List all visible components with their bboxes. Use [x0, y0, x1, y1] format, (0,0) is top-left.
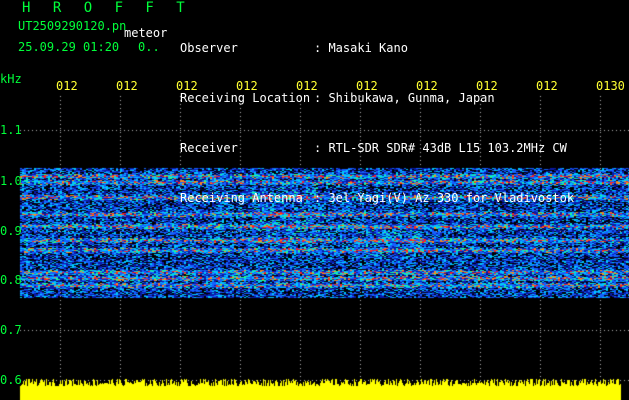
brand-title: H R O F F T — [22, 0, 192, 16]
time-tick: 012 — [416, 79, 438, 93]
receiver-label: Receiver — [180, 141, 238, 155]
location-value: : Shibukawa, Gunma, Japan — [314, 91, 495, 105]
unit-label: kHz — [0, 72, 22, 86]
time-tick: 0130 — [596, 79, 625, 93]
frequency-tick: 1.1 — [0, 123, 22, 137]
time-tick: 012 — [56, 79, 78, 93]
observer-label: Observer — [180, 41, 238, 55]
time-tick: 012 — [296, 79, 318, 93]
seconds-label: 0.. — [138, 40, 160, 54]
time-tick: 012 — [236, 79, 258, 93]
time-tick: 012 — [116, 79, 138, 93]
receiver-value: : RTL-SDR SDR# 43dB L15 103.2MHz CW — [314, 141, 567, 155]
frequency-tick: 0.6 — [0, 373, 22, 387]
header-values: : Masaki Kano : Shibukawa, Gunma, Japan … — [314, 4, 574, 223]
antenna-label: Receiving Antenna — [180, 191, 303, 205]
location-label: Receiving Location — [180, 91, 311, 105]
frequency-tick: 0.9 — [0, 224, 22, 238]
antenna-value: : 3el Yagi(V) Az 330 for Vladivostok — [314, 191, 575, 205]
time-tick: 012 — [476, 79, 498, 93]
frequency-tick: 1.0 — [0, 174, 22, 188]
frequency-tick: 0.7 — [0, 323, 22, 337]
time-tick: 012 — [176, 79, 198, 93]
time-tick: 012 — [356, 79, 378, 93]
datetime: 25.09.29 01:20 — [18, 40, 120, 54]
time-tick: 012 — [536, 79, 558, 93]
filename: UT2509290120.pn — [18, 19, 127, 33]
observer-value: : Masaki Kano — [314, 41, 408, 55]
frequency-tick: 0.8 — [0, 273, 22, 287]
header-labels: Observer Receiving Location Receiver Rec… — [180, 4, 310, 223]
meteor-label: meteor — [124, 26, 168, 40]
